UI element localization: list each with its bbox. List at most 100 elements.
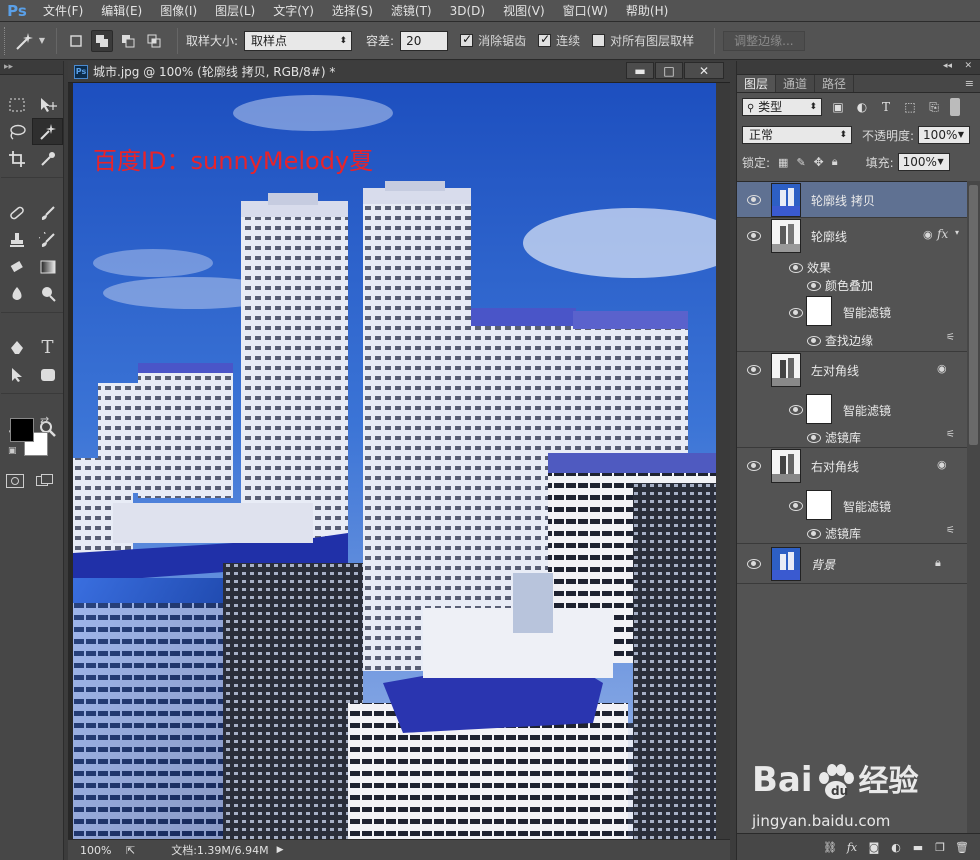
shape-tool[interactable] xyxy=(32,361,63,388)
layer-row-outline-copy[interactable]: 轮廓线 拷贝 xyxy=(737,182,967,218)
filter-eye-icon[interactable] xyxy=(807,529,821,539)
document-tab[interactable]: Ps 城市.jpg @ 100% (轮廓线 拷贝, RGB/8#) * ▬ □ … xyxy=(68,61,730,83)
layer-row-left-diagonal[interactable]: 左对角线 ◉ 智能滤镜 滤镜库 ⚟ xyxy=(737,352,967,448)
filter-gallery[interactable]: 滤镜库 xyxy=(825,429,861,446)
export-arrow-icon[interactable]: ⇱ xyxy=(126,844,135,857)
visibility-eye-icon[interactable] xyxy=(747,559,761,569)
new-group-icon[interactable]: ▬ xyxy=(907,841,929,854)
smart-filter-eye-icon[interactable] xyxy=(789,405,803,415)
filter-adjustment-icon[interactable]: ◐ xyxy=(854,99,870,115)
filter-smart-object-icon[interactable]: ⎘ xyxy=(926,99,942,115)
path-selection-tool[interactable] xyxy=(1,361,32,388)
filter-gallery[interactable]: 滤镜库 xyxy=(825,525,861,542)
menu-filter[interactable]: 滤镜(T) xyxy=(382,0,441,22)
new-layer-icon[interactable]: ❐ xyxy=(929,841,951,854)
adjustment-layer-icon[interactable]: ◐ xyxy=(885,841,907,854)
filter-toggle-icon[interactable] xyxy=(950,98,960,116)
pen-tool[interactable] xyxy=(1,334,32,361)
sample-all-layers-option[interactable]: 对所有图层取样 xyxy=(592,32,694,49)
link-layers-icon[interactable]: ⛓ xyxy=(819,841,841,854)
menu-image[interactable]: 图像(I) xyxy=(151,0,206,22)
marquee-tool[interactable] xyxy=(1,91,32,118)
filter-type-icon[interactable]: T xyxy=(878,99,894,115)
smart-filter-eye-icon[interactable] xyxy=(789,501,803,511)
chevron-down-icon[interactable]: ▾ xyxy=(955,228,959,237)
history-brush-tool[interactable] xyxy=(32,226,63,253)
filter-eye-icon[interactable] xyxy=(807,433,821,443)
sample-all-layers-checkbox[interactable] xyxy=(592,34,606,47)
scrollbar-thumb[interactable] xyxy=(969,185,978,445)
document-canvas[interactable]: 百度ID：sunnyMelody夏 xyxy=(73,83,716,839)
layer-row-right-diagonal[interactable]: 右对角线 ◉ 智能滤镜 滤镜库 ⚟ xyxy=(737,448,967,544)
fx-badge[interactable]: fx xyxy=(937,227,948,241)
healing-brush-tool[interactable] xyxy=(1,199,32,226)
add-style-icon[interactable]: fx xyxy=(841,841,863,854)
smart-filter-mask-thumbnail[interactable] xyxy=(806,394,832,424)
menu-layer[interactable]: 图层(L) xyxy=(206,0,264,22)
menu-help[interactable]: 帮助(H) xyxy=(617,0,677,22)
sample-size-dropdown[interactable]: 取样点 ⬍ xyxy=(244,30,353,51)
move-tool[interactable] xyxy=(32,91,63,118)
intersect-selection-button[interactable] xyxy=(143,30,165,52)
effect-color-overlay[interactable]: 颜色叠加 xyxy=(825,277,873,294)
screen-mode-button[interactable] xyxy=(36,474,56,488)
subtract-selection-button[interactable] xyxy=(117,30,139,52)
menu-edit[interactable]: 编辑(E) xyxy=(92,0,151,22)
zoom-level-field[interactable]: 100% xyxy=(72,842,120,859)
filter-shape-icon[interactable]: ⬚ xyxy=(902,99,918,115)
delete-layer-icon[interactable]: 🗑︎ xyxy=(951,841,973,854)
panel-header[interactable]: ◂◂ ✕ xyxy=(737,61,980,75)
eraser-tool[interactable] xyxy=(1,253,32,280)
filter-kind-dropdown[interactable]: ⚲ 类型 ⬍ xyxy=(742,98,822,116)
smart-filter-mask-thumbnail[interactable] xyxy=(806,296,832,326)
tab-channels[interactable]: 通道 xyxy=(776,75,816,92)
tab-layers[interactable]: 图层 xyxy=(737,75,777,92)
filter-find-edges[interactable]: 查找边缘 xyxy=(825,332,873,349)
anti-alias-option[interactable]: 消除锯齿 xyxy=(460,32,526,49)
swap-colors-icon[interactable]: ⇄ xyxy=(40,414,49,427)
crop-tool[interactable] xyxy=(1,145,32,172)
menu-view[interactable]: 视图(V) xyxy=(494,0,554,22)
filter-eye-icon[interactable] xyxy=(807,336,821,346)
add-mask-icon[interactable]: ◙ xyxy=(863,841,885,854)
fill-field[interactable]: 100% ▼ xyxy=(897,153,950,171)
visibility-eye-icon[interactable] xyxy=(747,195,761,205)
visibility-eye-icon[interactable] xyxy=(747,461,761,471)
contiguous-checkbox[interactable] xyxy=(538,32,552,47)
lock-position-icon[interactable]: ✥ xyxy=(814,155,824,169)
maximize-button[interactable]: □ xyxy=(655,62,683,79)
visibility-eye-icon[interactable] xyxy=(747,365,761,375)
smart-filter-eye-icon[interactable] xyxy=(789,308,803,318)
effect-eye-icon[interactable] xyxy=(807,281,821,291)
layer-row-outline[interactable]: 轮廓线 ◉ fx ▾ 效果 颜色叠加 智能滤镜 查找边缘 ⚟ xyxy=(737,218,967,352)
menu-select[interactable]: 选择(S) xyxy=(323,0,382,22)
layers-scrollbar[interactable] xyxy=(967,181,980,833)
type-tool[interactable]: T xyxy=(32,334,63,361)
refine-edge-button[interactable]: 调整边缘... xyxy=(723,30,805,51)
close-button[interactable]: ✕ xyxy=(684,62,724,79)
menu-3d[interactable]: 3D(D) xyxy=(441,0,494,22)
toolbox-header[interactable]: ▸▸ xyxy=(0,61,63,75)
lock-all-icon[interactable]: 🔒︎ xyxy=(832,155,838,169)
magic-wand-tool[interactable] xyxy=(32,118,63,145)
quick-mask-button[interactable] xyxy=(6,474,24,488)
minimize-button[interactable]: ▬ xyxy=(626,62,654,79)
brush-tool[interactable] xyxy=(32,199,63,226)
status-arrow-icon[interactable]: ▶ xyxy=(277,845,284,855)
layer-row-background[interactable]: 背景 🔒︎ xyxy=(737,544,967,584)
tab-paths[interactable]: 路径 xyxy=(815,75,855,92)
menu-window[interactable]: 窗口(W) xyxy=(554,0,617,22)
eyedropper-tool[interactable] xyxy=(32,145,63,172)
tool-preset-picker[interactable]: ▼ xyxy=(10,28,48,54)
opacity-field[interactable]: 100% ▼ xyxy=(918,126,971,144)
blur-tool[interactable] xyxy=(1,280,32,307)
blend-mode-dropdown[interactable]: 正常 ⬍ xyxy=(742,126,852,144)
collapse-panel-icon[interactable]: ◂◂ xyxy=(943,61,952,71)
menu-file[interactable]: 文件(F) xyxy=(34,0,92,22)
contiguous-option[interactable]: 连续 xyxy=(538,32,580,49)
lock-pixels-icon[interactable]: ✎ xyxy=(796,156,805,169)
gradient-tool[interactable] xyxy=(32,253,63,280)
dodge-tool[interactable] xyxy=(32,280,63,307)
default-colors-icon[interactable]: ▣ xyxy=(8,446,17,456)
tolerance-input[interactable]: 20 xyxy=(400,30,449,51)
